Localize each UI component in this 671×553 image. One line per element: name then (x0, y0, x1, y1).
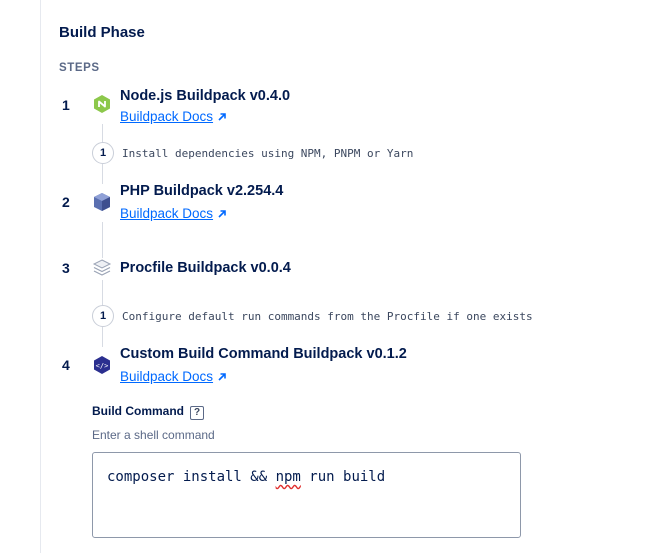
step-2-number: 2 (62, 194, 70, 210)
build-command-label-text: Build Command (92, 404, 184, 418)
step-2-docs-link[interactable]: Buildpack Docs (120, 206, 227, 221)
help-icon[interactable]: ? (190, 406, 204, 420)
step-connector (102, 164, 103, 184)
build-command-hint: Enter a shell command (92, 428, 215, 442)
custom-command-icon: </> (94, 356, 110, 374)
step-connector (102, 327, 103, 347)
docs-link-label: Buildpack Docs (120, 109, 214, 124)
step-1-substep-1-text: Install dependencies using NPM, PNPM or … (122, 147, 414, 160)
nodejs-icon (94, 95, 110, 113)
step-1-title: Node.js Buildpack v0.4.0 (120, 88, 291, 104)
step-connector (102, 222, 103, 258)
step-1-number: 1 (62, 97, 70, 113)
step-4-number: 4 (62, 357, 70, 373)
php-icon (94, 193, 110, 211)
step-3-number: 3 (62, 260, 70, 276)
step-3-title: Procfile Buildpack v0.0.4 (120, 260, 291, 276)
build-command-label: Build Command? (92, 404, 204, 420)
step-3-substep-1-number: 1 (92, 305, 114, 327)
step-1-docs-link[interactable]: Buildpack Docs (120, 109, 227, 124)
build-command-input[interactable]: composer install && npm run build (92, 452, 521, 538)
step-2-title: PHP Buildpack v2.254.4 (120, 183, 284, 199)
docs-link-label: Buildpack Docs (120, 206, 214, 221)
command-text: run build (300, 469, 386, 485)
external-link-icon (218, 373, 226, 381)
panel-title: Build Phase (59, 24, 145, 41)
step-4-title: Custom Build Command Buildpack v0.1.2 (120, 346, 407, 362)
docs-link-label: Buildpack Docs (120, 369, 214, 384)
procfile-icon (92, 259, 112, 276)
external-link-icon (218, 210, 226, 218)
step-4-docs-link[interactable]: Buildpack Docs (120, 369, 227, 384)
spellcheck-flagged-word: npm (275, 469, 301, 485)
svg-text:</>: </> (96, 362, 109, 370)
steps-heading: STEPS (59, 62, 100, 74)
command-text: composer install && (107, 469, 276, 485)
step-1-substep-1-number: 1 (92, 142, 114, 164)
panel-left-border (40, 0, 41, 553)
step-connector (102, 124, 103, 144)
external-link-icon (218, 113, 226, 121)
step-connector (102, 280, 103, 306)
step-3-substep-1-text: Configure default run commands from the … (122, 310, 533, 323)
